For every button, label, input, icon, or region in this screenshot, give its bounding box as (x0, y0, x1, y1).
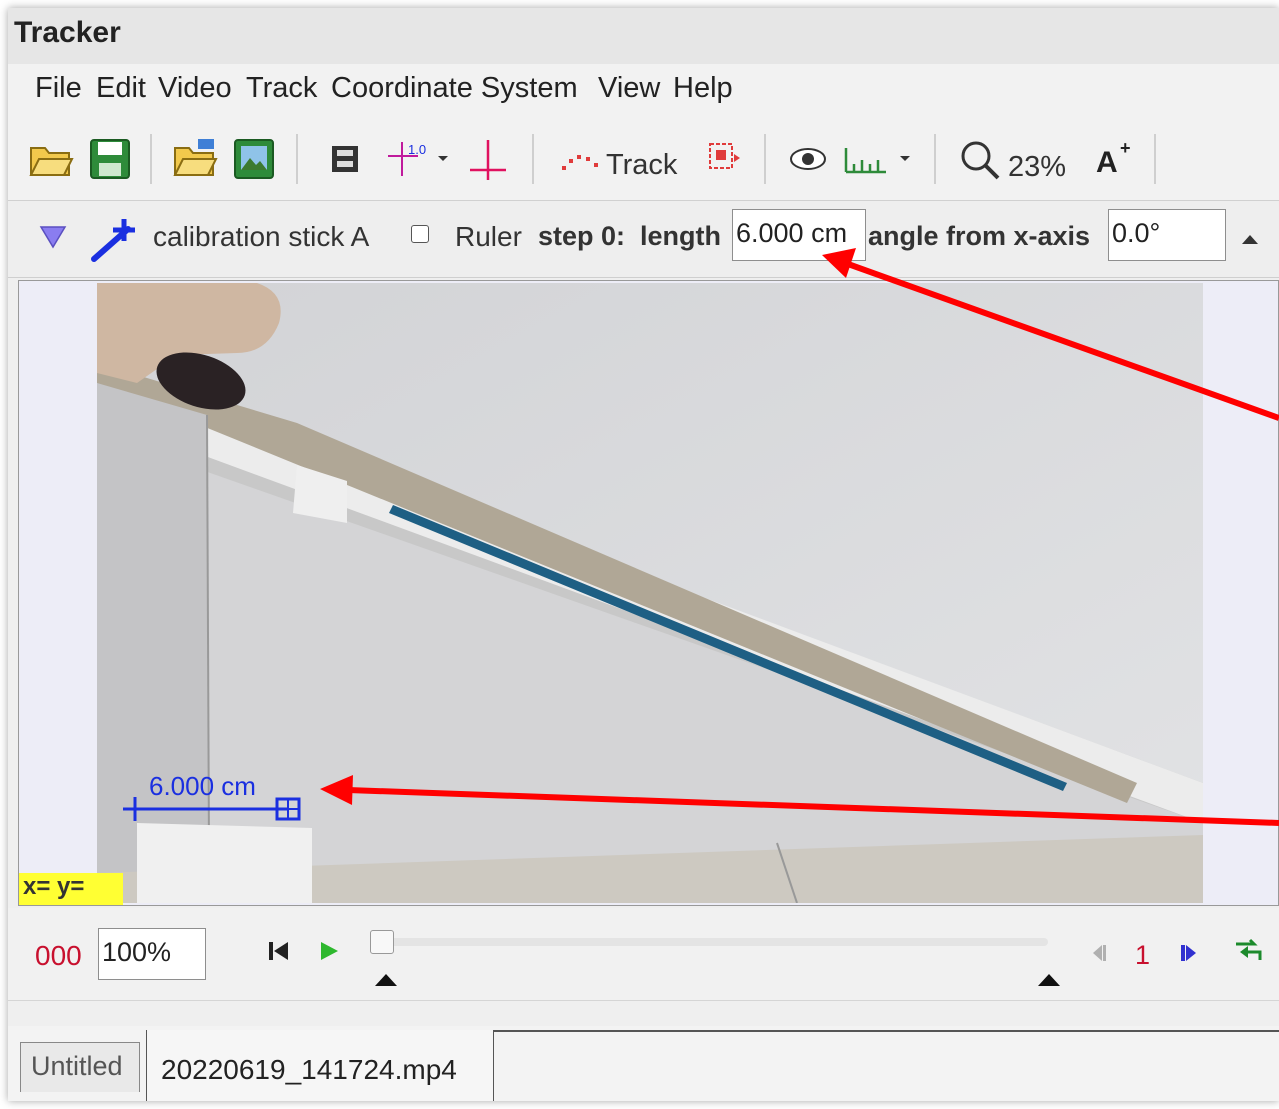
tracker-window: Tracker File Edit Video Track Coordinate… (8, 8, 1279, 1101)
toolbar-separator (764, 134, 766, 184)
toolbar-separator (1154, 134, 1156, 184)
zoom-level[interactable]: 23% (1008, 151, 1066, 184)
calibration-stick-icon (91, 219, 135, 262)
track-name: calibration stick A (153, 221, 370, 252)
track-points-icon (562, 155, 598, 170)
toolbar-separator (934, 134, 936, 184)
save-video-icon[interactable] (232, 136, 276, 182)
reset-icon[interactable] (266, 938, 292, 964)
svg-text:A: A (1096, 146, 1118, 179)
save-icon[interactable] (88, 136, 132, 182)
tab-bar: Untitled 20220619_141724.mp4 (8, 1026, 1279, 1101)
svg-text:1.0: 1.0 (408, 142, 426, 157)
coordinate-readout: x= y= (19, 873, 123, 905)
menu-help[interactable]: Help (673, 72, 733, 105)
step-back-icon[interactable] (1088, 942, 1110, 964)
angle-label: angle from x-axis (868, 221, 1091, 251)
menu-bar: File Edit Video Track Coordinate System … (8, 64, 1279, 117)
menu-file[interactable]: File (35, 72, 82, 105)
tab-video-file-label: 20220619_141724.mp4 (161, 1054, 457, 1085)
player-bar: 000 100% 1 (8, 908, 1279, 1001)
ruler-checkbox[interactable] (411, 225, 429, 243)
open-video-icon[interactable] (172, 136, 218, 182)
toolbar-separator (150, 134, 152, 184)
svg-text:+: + (1120, 138, 1131, 158)
start-marker-icon[interactable] (374, 972, 398, 988)
ruler-tool-icon[interactable] (842, 136, 918, 182)
step-label: step 0: (538, 221, 626, 251)
calibration-tool-icon[interactable] (466, 136, 510, 182)
menu-track[interactable]: Track (246, 72, 317, 105)
window-title: Tracker (14, 16, 121, 49)
menu-view[interactable]: View (598, 72, 660, 105)
tab-untitled[interactable]: Untitled (20, 1042, 140, 1092)
track-dropdown-triangle-icon[interactable] (38, 221, 68, 251)
coordinate-axes-icon[interactable]: 1.0 (382, 136, 452, 182)
toolbar: 1.0 Track 23% A + (8, 116, 1279, 201)
seek-handle[interactable] (370, 930, 394, 954)
loop-icon[interactable] (1232, 938, 1266, 964)
stick-length-label: 6.000 cm (149, 771, 256, 801)
step-size[interactable]: 1 (1135, 940, 1150, 971)
step-forward-icon[interactable] (1178, 942, 1200, 964)
track-menu-button[interactable]: Track (606, 149, 677, 182)
toolbar-separator (296, 134, 298, 184)
length-label: length (640, 221, 721, 251)
title-bar: Tracker (8, 8, 1279, 64)
zoom-icon[interactable] (958, 136, 1004, 182)
play-icon[interactable] (316, 938, 342, 964)
ruler-label: Ruler (455, 221, 522, 252)
menu-edit[interactable]: Edit (96, 72, 146, 105)
tab-untitled-label: Untitled (31, 1051, 123, 1081)
frame-counter: 000 (35, 940, 82, 971)
toolbar-separator (532, 134, 534, 184)
track-toolbar: calibration stick A Ruler step 0: length… (8, 201, 1279, 278)
angle-field[interactable]: 0.0° (1108, 209, 1226, 261)
eye-icon[interactable] (786, 136, 830, 182)
menu-coordinate-system[interactable]: Coordinate System (331, 72, 578, 105)
collapse-up-icon[interactable] (1240, 231, 1260, 247)
open-folder-icon[interactable] (28, 136, 74, 182)
length-field[interactable]: 6.000 cm (732, 209, 866, 261)
track-control-icon[interactable] (704, 136, 746, 182)
rate-field[interactable]: 100% (98, 928, 206, 980)
film-strip-icon[interactable] (328, 136, 362, 182)
font-size-icon[interactable]: A + (1094, 136, 1138, 182)
end-marker-icon[interactable] (1037, 972, 1061, 988)
seek-track[interactable] (372, 938, 1048, 946)
menu-video[interactable]: Video (158, 72, 232, 105)
video-viewport[interactable]: 6.000 cm x= y= (18, 280, 1279, 906)
tab-video-file[interactable]: 20220619_141724.mp4 (146, 1030, 494, 1101)
